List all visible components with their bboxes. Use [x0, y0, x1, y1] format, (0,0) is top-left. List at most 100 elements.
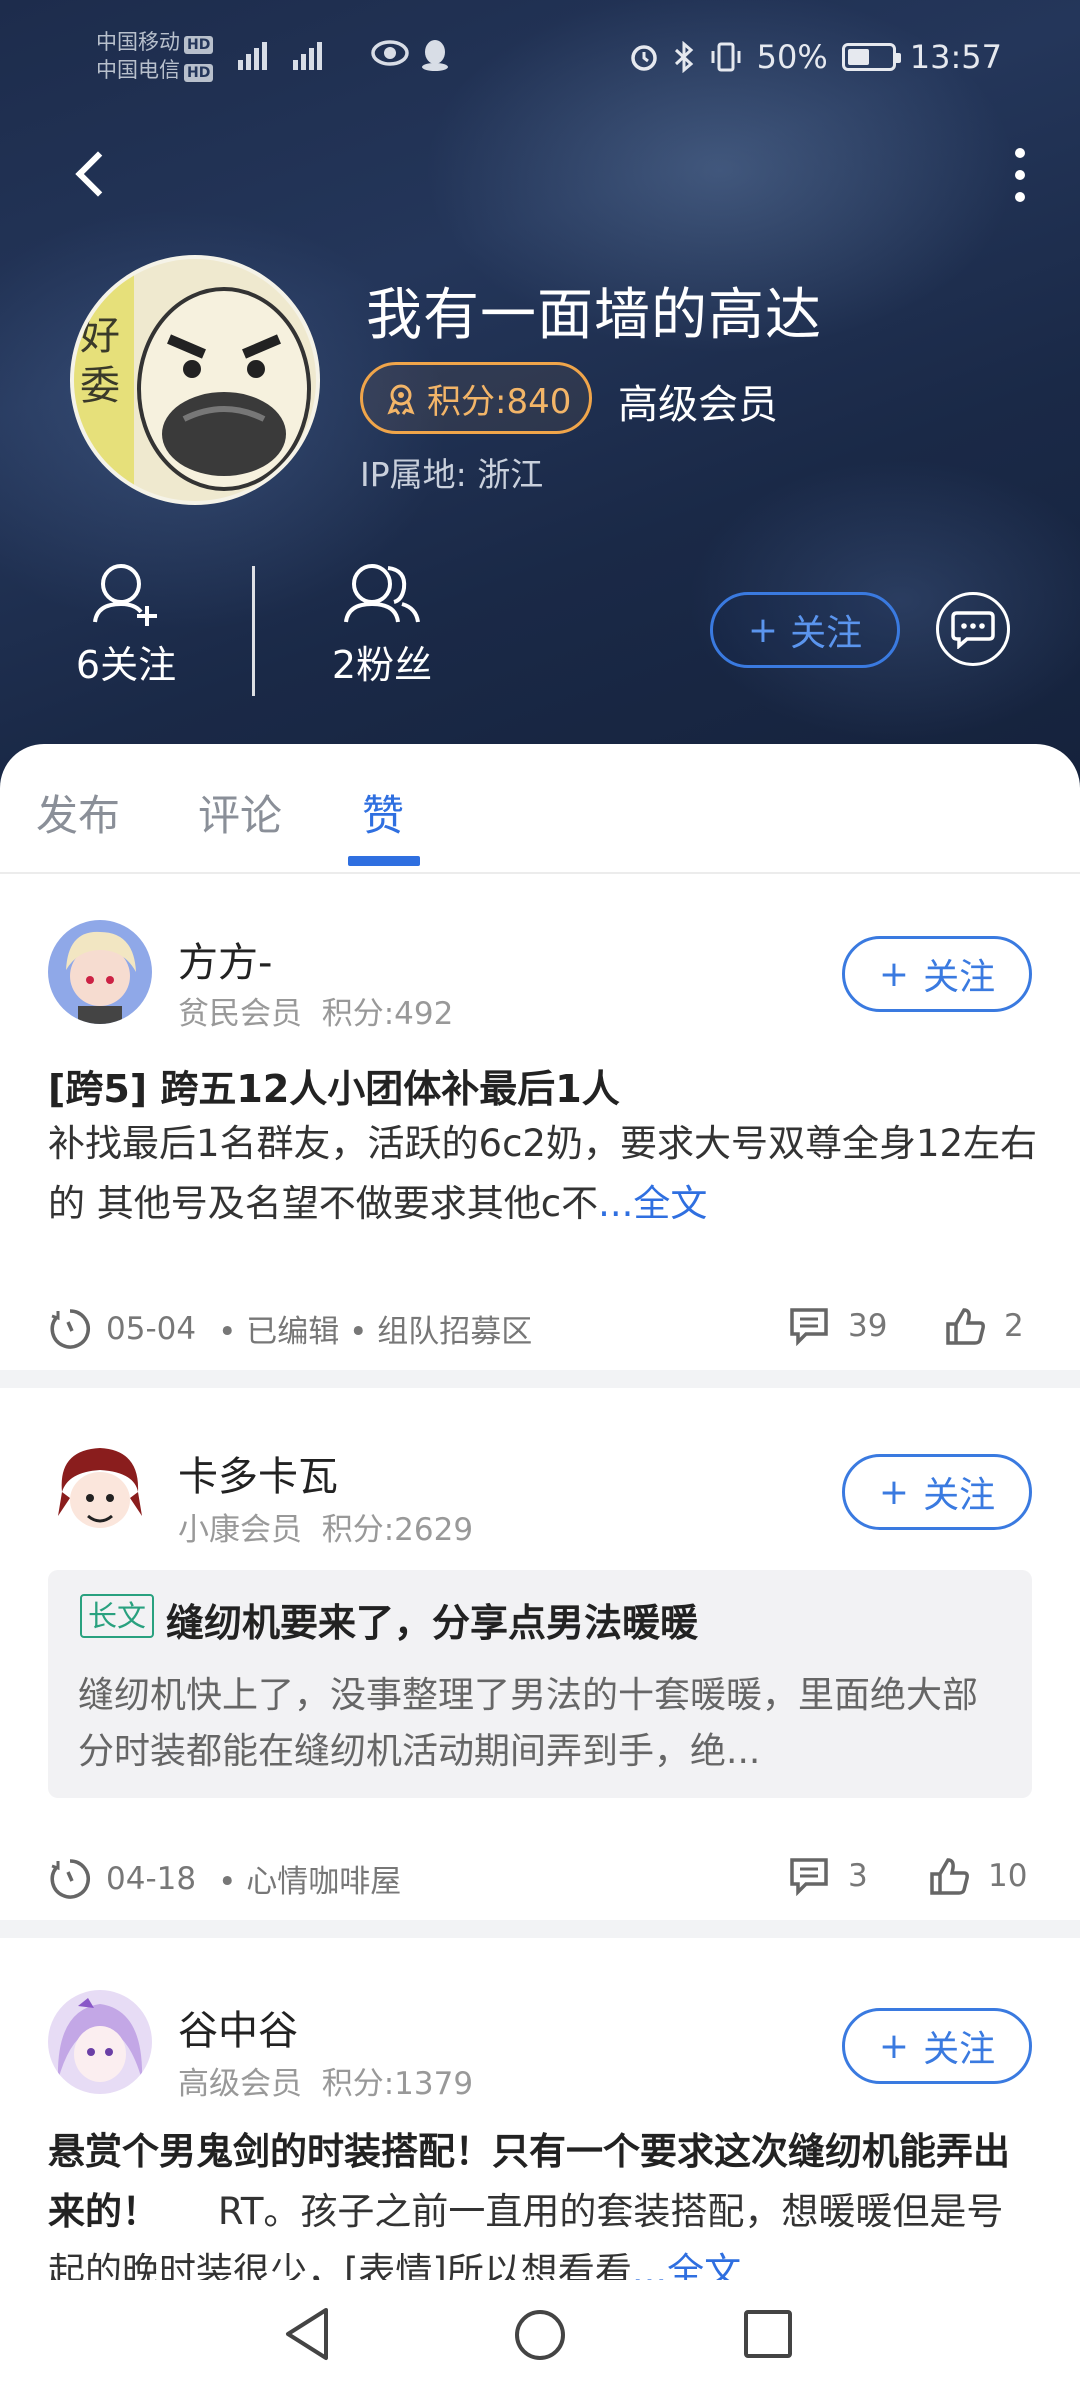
- separator: [0, 1370, 1080, 1388]
- post-title[interactable]: [跨5] 跨五12人小团体补最后1人: [48, 1058, 620, 1113]
- separator: [0, 1920, 1080, 1938]
- back-button[interactable]: [60, 140, 120, 210]
- author-level: 高级会员: [178, 2066, 302, 2102]
- like-count: 2: [1004, 1308, 1024, 1344]
- points-value: 积分:840: [427, 381, 572, 422]
- post-excerpt[interactable]: 悬赏个男鬼剑的时装搭配！只有一个要求这次缝纫机能弄出来的！ RT。孩子之前一直用…: [48, 2122, 1038, 2302]
- fans-icon: [344, 564, 420, 623]
- post-date: 05-04: [106, 1310, 197, 1347]
- author-avatar[interactable]: [48, 1990, 152, 2094]
- author-meta: 小康会员 积分:2629: [178, 1504, 473, 1549]
- tab-comments[interactable]: 评论: [198, 782, 282, 843]
- message-button[interactable]: [936, 592, 1010, 666]
- long-article-card[interactable]: 长文 缝纫机要来了，分享点男法暖暖 缝纫机快上了，没事整理了男法的十套暖暖，里面…: [48, 1570, 1032, 1798]
- author-meta: 高级会员 积分:1379: [178, 2058, 473, 2103]
- follow-label: 关注: [923, 2029, 996, 2070]
- thumbs-up-icon: [946, 1308, 985, 1345]
- battery-percent: 50%: [756, 38, 828, 76]
- like-count: 10: [988, 1858, 1028, 1894]
- author-meta: 贫民会员 积分:492: [178, 988, 453, 1033]
- stat-divider: [252, 566, 255, 696]
- comment-button[interactable]: 3: [788, 1856, 868, 1896]
- author-avatar[interactable]: [48, 1436, 152, 1540]
- follow-label: 关注: [923, 957, 996, 998]
- content-panel: 发布 评论 赞 方方- 贫民会员 积分:492 + 关注 [跨5] 跨五12人小团…: [0, 744, 1080, 2400]
- hd-badge: HD: [184, 36, 214, 54]
- post-category[interactable]: • 心情咖啡屋: [218, 1856, 401, 1901]
- follow-author-button[interactable]: + 关注: [842, 2008, 1032, 2084]
- comment-count: 39: [848, 1308, 888, 1344]
- comment-icon: [790, 1308, 828, 1346]
- plus-icon: +: [878, 1471, 910, 1513]
- followers-stat[interactable]: 2粉丝: [302, 560, 462, 689]
- comment-button[interactable]: 39: [788, 1306, 887, 1346]
- post-footer: 04-18 • 心情咖啡屋 3 10: [48, 1856, 1032, 1906]
- svg-text:好: 好: [80, 313, 120, 359]
- long-article-title: 缝纫机要来了，分享点男法暖暖: [166, 1601, 699, 1645]
- comment-icon: [790, 1858, 828, 1896]
- svg-text:委: 委: [80, 363, 120, 409]
- carrier-1: 中国移动: [96, 30, 180, 54]
- profile-avatar[interactable]: 好 委: [70, 255, 320, 505]
- chat-icon: [951, 611, 995, 649]
- eye-icon: [370, 38, 410, 76]
- like-button[interactable]: 2: [944, 1306, 1024, 1346]
- carrier-info: 中国移动 HD 中国电信 HD: [96, 28, 214, 84]
- post-category[interactable]: • 已编辑 • 组队招募区: [218, 1306, 532, 1351]
- author-name[interactable]: 谷中谷: [178, 1998, 298, 2056]
- nav-home-icon[interactable]: [515, 2310, 565, 2360]
- status-right: 50% 13:57: [629, 38, 1002, 76]
- battery-icon: [841, 43, 901, 71]
- clock-icon: [50, 1308, 90, 1349]
- clock: 13:57: [909, 38, 1002, 76]
- more-options-icon[interactable]: [1000, 140, 1040, 210]
- tab-bar: 发布 评论 赞: [0, 744, 1080, 874]
- clock-icon: [50, 1858, 90, 1899]
- post-body: RT。孩子之前一直用的套装搭配，想暖暖但是号起的晚时装很少，[表情]所以想看看: [48, 2190, 1004, 2293]
- author-points: 积分:492: [321, 996, 454, 1032]
- nav-back-icon[interactable]: [282, 2306, 332, 2366]
- hd-badge: HD: [184, 64, 214, 82]
- author-points: 积分:1379: [321, 2066, 474, 2102]
- following-count: 6关注: [75, 643, 177, 687]
- follow-author-button[interactable]: + 关注: [842, 1454, 1032, 1530]
- add-user-icon: [93, 564, 157, 626]
- author-name[interactable]: 卡多卡瓦: [178, 1444, 338, 1502]
- follow-label: 关注: [923, 1475, 996, 1516]
- tab-likes[interactable]: 赞: [362, 782, 404, 843]
- author-name[interactable]: 方方-: [178, 930, 272, 988]
- profile-header: 中国移动 HD 中国电信 HD 50% 13:57 好 委 我有一面墙的高达 积…: [0, 0, 1080, 790]
- follow-button[interactable]: + 关注: [710, 592, 900, 668]
- tab-posts[interactable]: 发布: [36, 782, 120, 843]
- points-badge[interactable]: 积分:840: [360, 362, 592, 434]
- follow-label: 关注: [790, 613, 863, 654]
- vibrate-icon: [711, 42, 741, 72]
- bluetooth-icon: [674, 41, 693, 73]
- like-button[interactable]: 10: [928, 1856, 1027, 1896]
- long-article-excerpt: 缝纫机快上了，没事整理了男法的十套暖暖，里面绝大部分时装都能在缝纫机活动期间弄到…: [78, 1675, 979, 1772]
- profile-username: 我有一面墙的高达: [366, 283, 822, 348]
- read-more-link[interactable]: ...全文: [598, 1182, 707, 1225]
- plus-icon: +: [878, 2025, 910, 2067]
- comment-count: 3: [848, 1858, 868, 1894]
- status-bar: 中国移动 HD 中国电信 HD 50% 13:57: [0, 28, 1080, 88]
- system-nav-bar: [0, 2280, 1080, 2400]
- qq-icon: [420, 38, 450, 80]
- author-points: 积分:2629: [321, 1512, 474, 1548]
- alarm-icon: [630, 45, 657, 71]
- post-body: 补找最后1名群友，活跃的6c2奶，要求大号双尊全身12左右的 其他号及名望不做要…: [48, 1122, 1038, 1225]
- author-level: 小康会员: [178, 1512, 302, 1548]
- ip-location: IP属地: 浙江: [360, 455, 544, 494]
- follow-author-button[interactable]: + 关注: [842, 936, 1032, 1012]
- following-stat[interactable]: 6关注: [46, 560, 206, 689]
- post-date: 04-18: [106, 1860, 197, 1897]
- plus-icon: +: [878, 953, 910, 995]
- thumbs-up-icon: [930, 1858, 969, 1895]
- post-excerpt[interactable]: 补找最后1名群友，活跃的6c2奶，要求大号双尊全身12左右的 其他号及名望不做要…: [48, 1114, 1038, 1234]
- member-level: 高级会员: [618, 382, 778, 428]
- nav-recents-icon[interactable]: [744, 2310, 792, 2358]
- signal-icon: [238, 42, 322, 70]
- medal-icon: [387, 384, 415, 415]
- plus-icon: +: [747, 609, 779, 651]
- author-avatar[interactable]: [48, 920, 152, 1024]
